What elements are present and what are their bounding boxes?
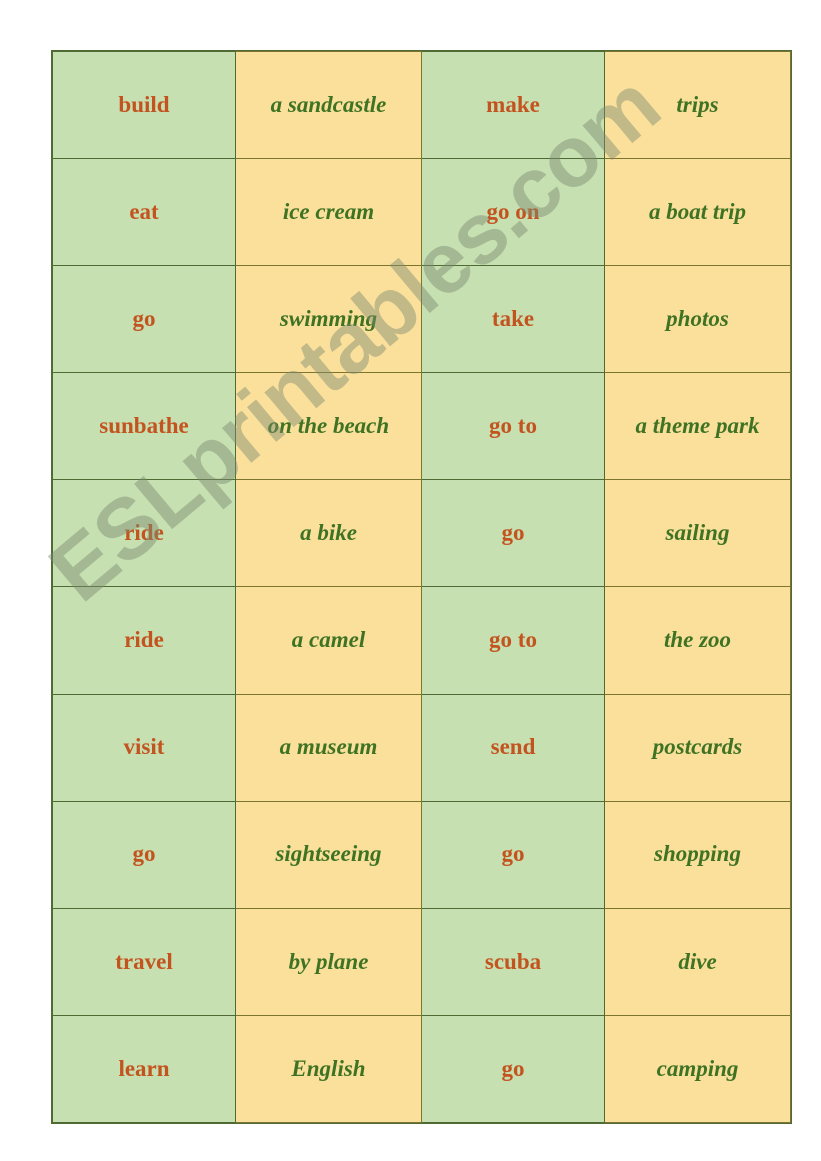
- phrase-label: swimming: [279, 306, 378, 332]
- verb-label: go: [132, 841, 156, 867]
- verb-cell: scuba: [421, 907, 605, 1016]
- verb-cell: go: [421, 800, 605, 909]
- phrase-label: a boat trip: [648, 198, 747, 224]
- phrase-label: postcards: [652, 734, 743, 760]
- phrase-label: photos: [666, 306, 729, 332]
- phrase-cell: dive: [604, 907, 791, 1016]
- verb-cell: make: [421, 50, 605, 160]
- table-row: go swimming take photos: [52, 265, 791, 374]
- verb-cell: build: [52, 50, 236, 160]
- phrase-label: a theme park: [635, 413, 760, 439]
- verb-label: learn: [118, 1055, 170, 1081]
- phrase-label: camping: [656, 1055, 739, 1081]
- phrase-cell: a boat trip: [604, 158, 791, 267]
- verb-cell: go on: [421, 158, 605, 267]
- verb-label: make: [486, 91, 540, 117]
- phrase-label: dive: [678, 948, 717, 974]
- verb-label: visit: [123, 734, 165, 760]
- table-row: sunbathe on the beach go to a theme park: [52, 372, 791, 481]
- worksheet-page: ESLprintables.com build a sandcastle make t…: [0, 0, 821, 1161]
- table-row: travel by plane scuba dive: [52, 907, 791, 1016]
- verb-label: take: [491, 306, 535, 332]
- phrase-label: the zoo: [663, 627, 732, 653]
- verb-cell: eat: [52, 158, 236, 267]
- phrase-cell: on the beach: [235, 372, 422, 481]
- table-row: ride a camel go to the zoo: [52, 586, 791, 695]
- phrase-label: a bike: [300, 520, 357, 546]
- verb-cell: ride: [52, 586, 236, 695]
- verb-label: build: [118, 91, 170, 117]
- phrase-cell: by plane: [235, 907, 422, 1016]
- verb-cell: go to: [421, 586, 605, 695]
- phrase-cell: ice cream: [235, 158, 422, 267]
- verb-cell: go to: [421, 372, 605, 481]
- verb-label: send: [490, 734, 536, 760]
- phrase-cell: swimming: [235, 265, 422, 374]
- verb-label: eat: [129, 198, 159, 224]
- phrase-cell: shopping: [604, 800, 791, 909]
- verb-cell: go: [421, 479, 605, 588]
- phrase-label: a sandcastle: [270, 91, 387, 117]
- phrase-label: English: [291, 1055, 366, 1081]
- phrase-cell: a museum: [235, 693, 422, 802]
- verb-cell: go: [52, 265, 236, 374]
- verb-cell: learn: [52, 1014, 236, 1123]
- phrase-cell: sailing: [604, 479, 791, 588]
- table-row: eat ice cream go on a boat trip: [52, 158, 791, 267]
- phrase-cell: sightseeing: [235, 800, 422, 909]
- verb-cell: take: [421, 265, 605, 374]
- verb-label: go: [501, 520, 525, 546]
- phrase-cell: a camel: [235, 586, 422, 695]
- phrase-cell: the zoo: [604, 586, 791, 695]
- verb-cell: go: [421, 1014, 605, 1123]
- phrase-cell: a sandcastle: [235, 50, 422, 160]
- phrase-label: ice cream: [282, 198, 375, 224]
- domino-card-rows: build a sandcastle make trips eat ice cream go…: [52, 50, 791, 1123]
- phrase-label: a camel: [291, 627, 366, 653]
- domino-card-table: build a sandcastle make trips eat ice cream go…: [51, 50, 792, 1124]
- verb-label: ride: [124, 520, 164, 546]
- verb-label: travel: [115, 948, 173, 974]
- table-row: ride a bike go sailing: [52, 479, 791, 588]
- phrase-label: by plane: [288, 948, 369, 974]
- verb-label: sunbathe: [99, 413, 189, 439]
- table-row: build a sandcastle make trips: [52, 50, 791, 160]
- phrase-label: trips: [676, 91, 719, 117]
- phrase-label: a museum: [279, 734, 378, 760]
- table-row: visit a museum send postcards: [52, 693, 791, 802]
- phrase-cell: photos: [604, 265, 791, 374]
- phrase-cell: camping: [604, 1014, 791, 1123]
- verb-label: go to: [489, 413, 537, 439]
- phrase-cell: a bike: [235, 479, 422, 588]
- verb-cell: ride: [52, 479, 236, 588]
- verb-label: go to: [489, 627, 537, 653]
- verb-label: go: [132, 306, 156, 332]
- verb-cell: visit: [52, 693, 236, 802]
- verb-label: go on: [486, 198, 540, 224]
- table-row: go sightseeing go shopping: [52, 800, 791, 909]
- verb-label: ride: [124, 627, 164, 653]
- verb-cell: travel: [52, 907, 236, 1016]
- phrase-cell: a theme park: [604, 372, 791, 481]
- phrase-cell: trips: [604, 50, 791, 160]
- phrase-cell: postcards: [604, 693, 791, 802]
- verb-label: go: [501, 1055, 525, 1081]
- verb-label: go: [501, 841, 525, 867]
- verb-cell: go: [52, 800, 236, 909]
- verb-label: scuba: [484, 948, 542, 974]
- phrase-label: sightseeing: [275, 841, 382, 867]
- phrase-cell: English: [235, 1014, 422, 1123]
- phrase-label: shopping: [654, 841, 741, 867]
- verb-cell: send: [421, 693, 605, 802]
- verb-cell: sunbathe: [52, 372, 236, 481]
- phrase-label: sailing: [665, 520, 730, 546]
- table-row: learn English go camping: [52, 1014, 791, 1123]
- phrase-label: on the beach: [267, 413, 390, 439]
